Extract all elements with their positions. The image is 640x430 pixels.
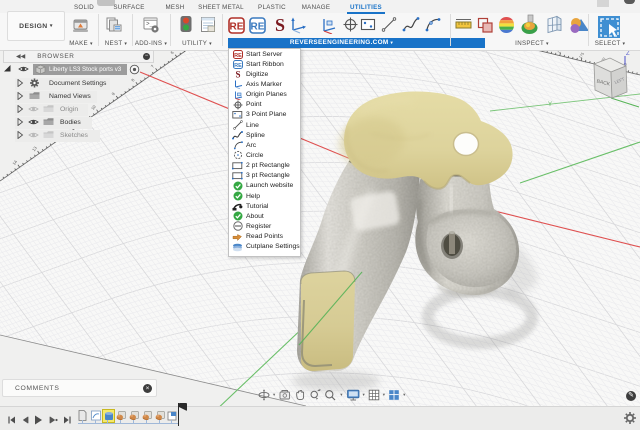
svg-text:RE: RE xyxy=(230,22,244,33)
svg-text:RE: RE xyxy=(251,22,265,33)
svg-text:S: S xyxy=(275,15,285,35)
svg-text:RE: RE xyxy=(234,63,242,69)
svg-text:Z: Z xyxy=(626,51,630,57)
svg-text:Y: Y xyxy=(548,102,552,108)
svg-text:RE: RE xyxy=(234,53,242,59)
svg-text:S: S xyxy=(235,70,240,80)
